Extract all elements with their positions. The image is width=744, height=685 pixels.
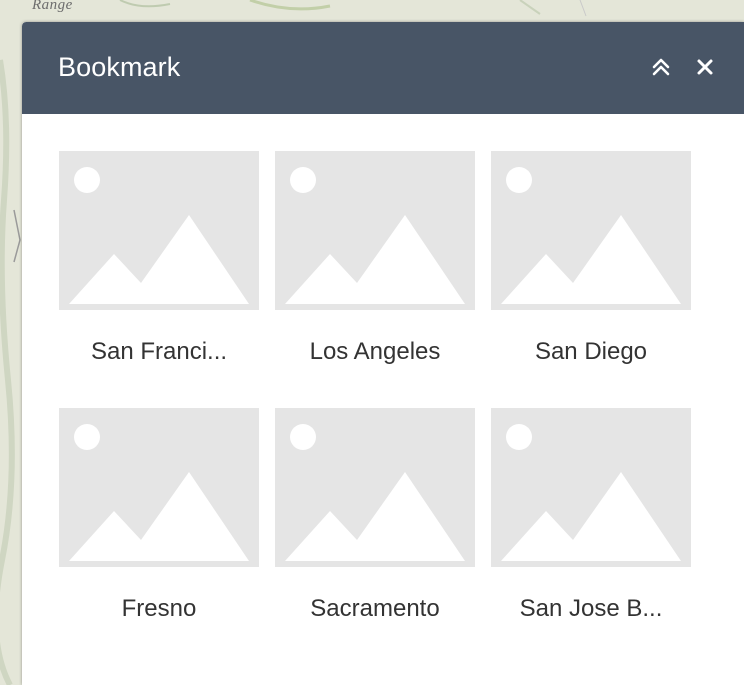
image-placeholder-icon (501, 167, 681, 304)
bookmark-label: Los Angeles (309, 338, 441, 365)
bookmark-item[interactable]: Sacramento (275, 408, 475, 648)
bookmark-thumbnail (275, 151, 475, 310)
bookmark-item[interactable]: San Jose B... (491, 408, 691, 648)
bookmark-item[interactable]: San Diego (491, 151, 691, 391)
image-placeholder-icon (285, 424, 465, 561)
bookmark-label: Fresno (121, 595, 197, 622)
image-placeholder-icon (69, 424, 249, 561)
bookmark-thumbnail (491, 151, 691, 310)
close-button[interactable] (688, 50, 722, 84)
double-chevron-up-icon (652, 58, 670, 76)
image-placeholder-icon (285, 167, 465, 304)
bookmark-thumbnail (275, 408, 475, 567)
bookmark-label: San Jose B... (519, 595, 663, 622)
bookmark-label: San Diego (534, 338, 648, 365)
bookmark-thumbnail (491, 408, 691, 567)
map-label: Range (32, 0, 73, 13)
image-placeholder-icon (501, 424, 681, 561)
panel-title: Bookmark (58, 52, 181, 82)
bookmark-label: San Franci... (90, 338, 228, 365)
image-placeholder-icon (69, 167, 249, 304)
bookmark-item[interactable]: Fresno (59, 408, 259, 648)
bookmark-item[interactable]: Los Angeles (275, 151, 475, 391)
collapse-button[interactable] (644, 50, 678, 84)
panel-header: Bookmark (22, 22, 744, 114)
bookmark-thumbnail (59, 408, 259, 567)
close-icon (697, 59, 713, 75)
bookmark-item[interactable]: San Franci... (59, 151, 259, 391)
bookmark-thumbnail (59, 151, 259, 310)
bookmark-label: Sacramento (310, 595, 440, 622)
bookmark-panel: Bookmark San Franci... Los Angeles San D… (22, 22, 744, 685)
